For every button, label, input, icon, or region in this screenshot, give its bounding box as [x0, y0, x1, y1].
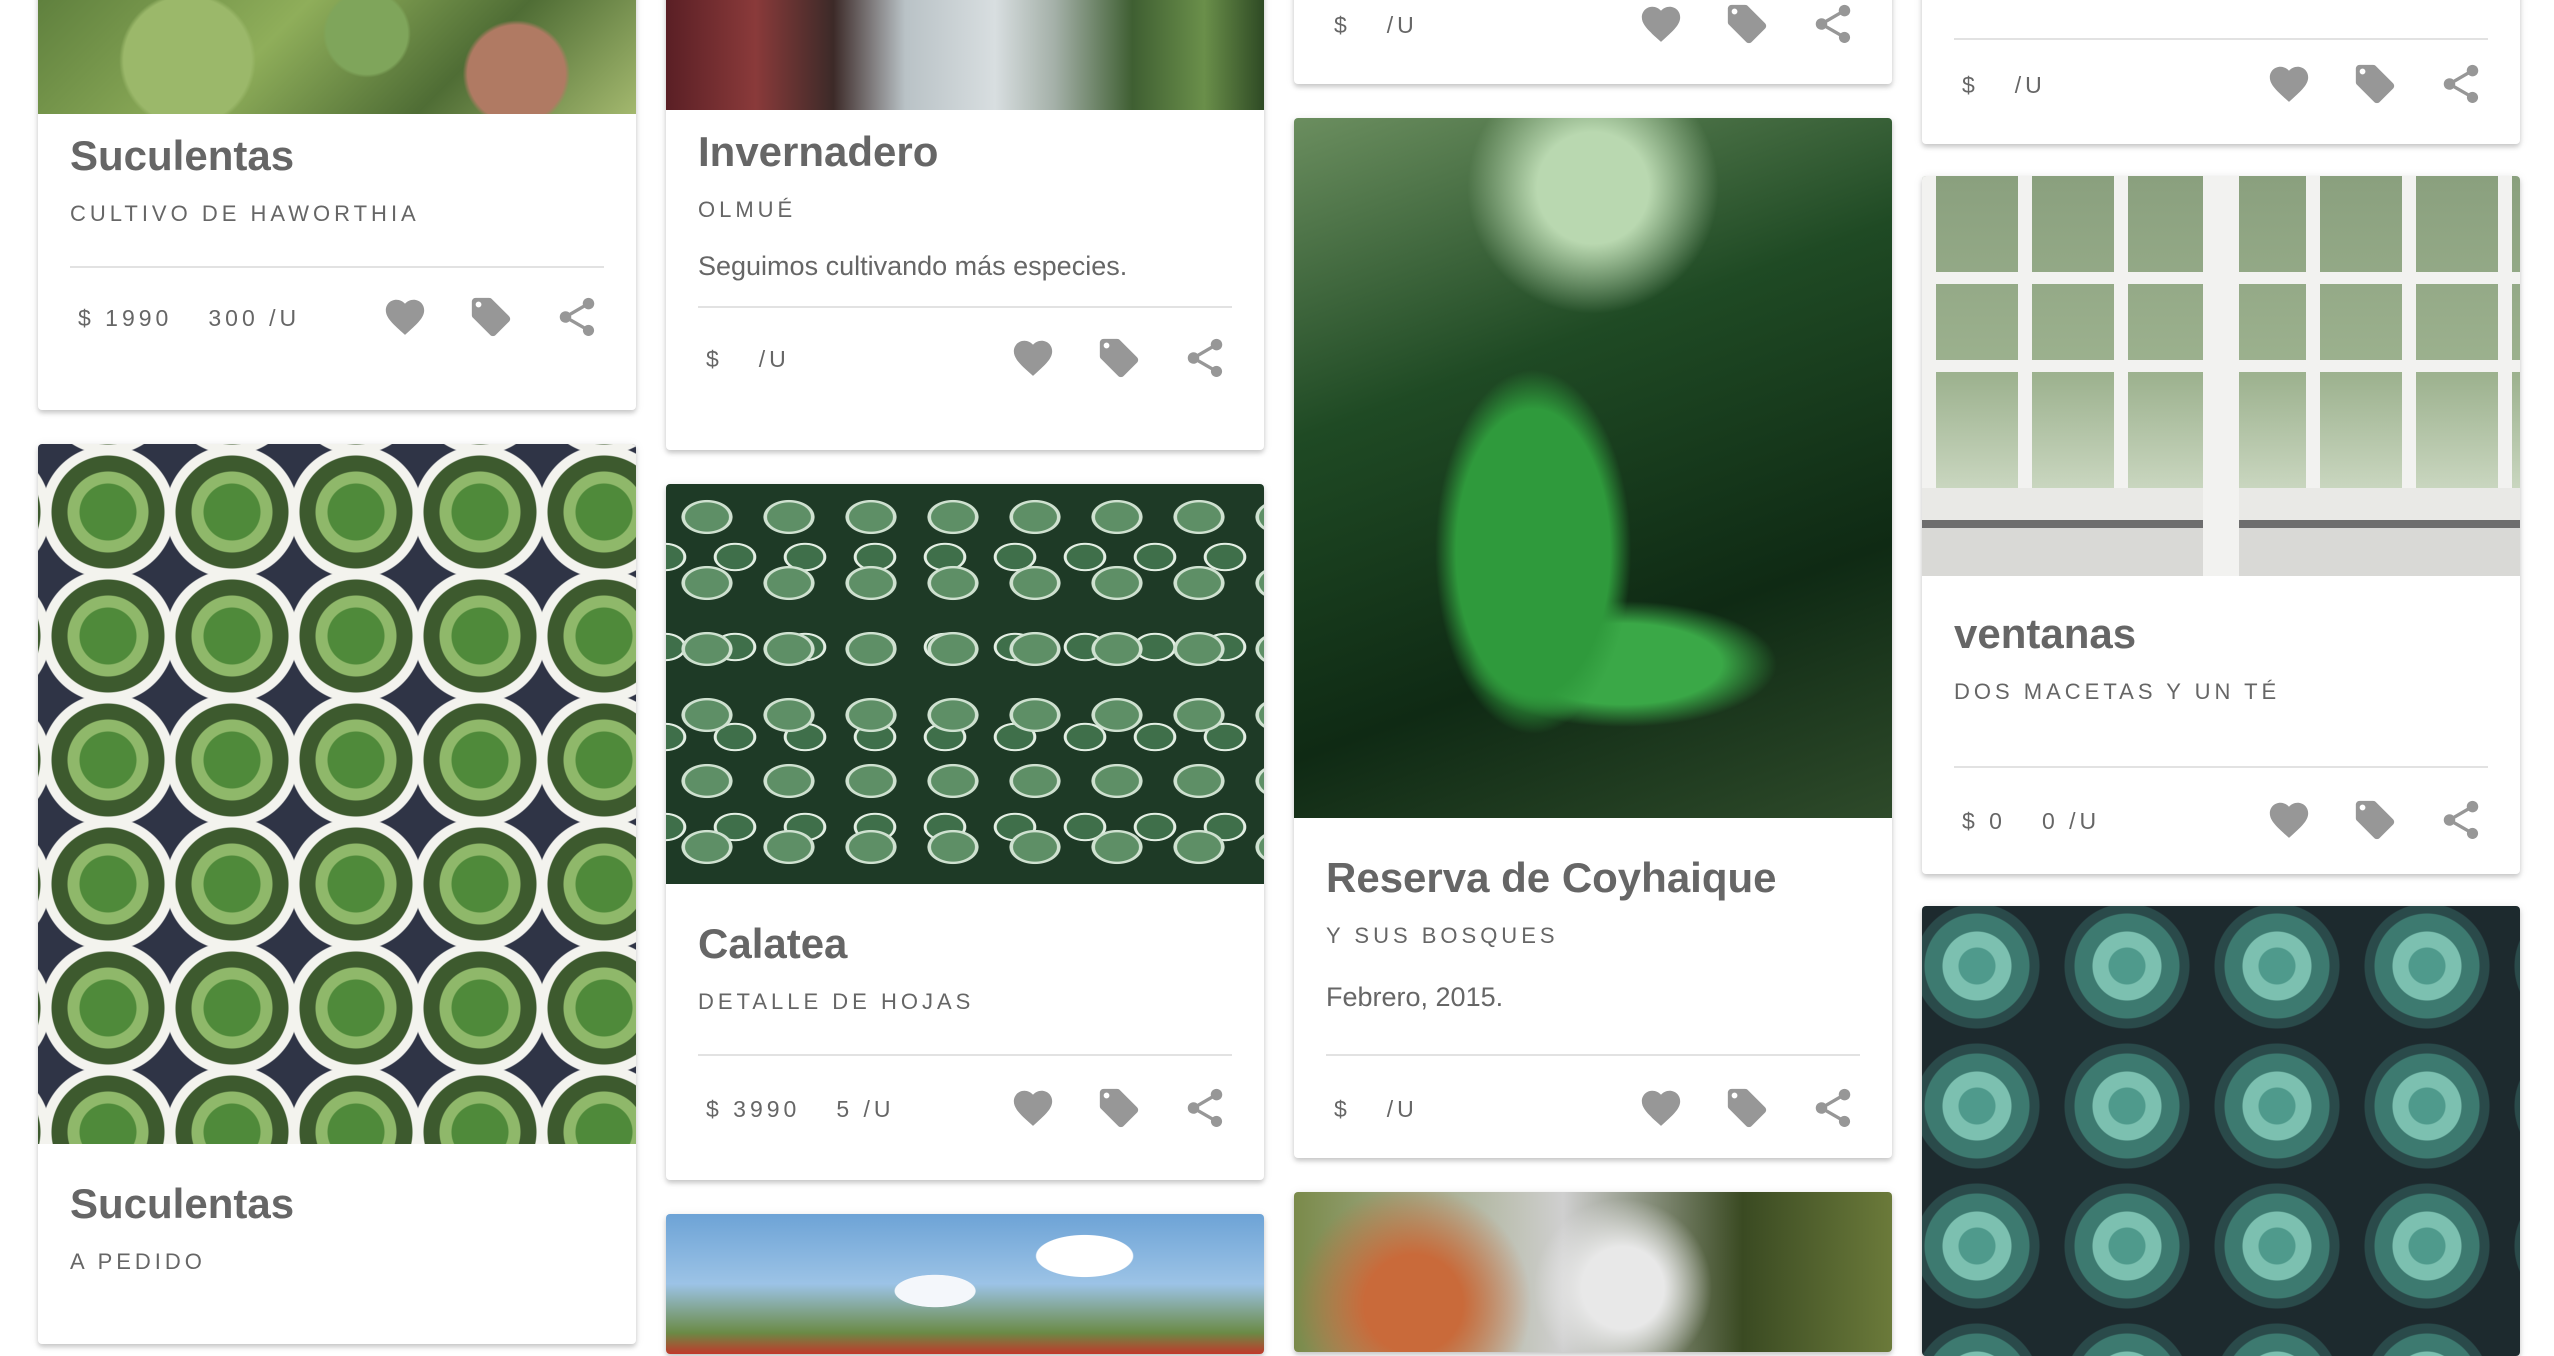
- share-icon[interactable]: [2438, 61, 2484, 107]
- card-actions: [1638, 1, 1856, 47]
- card-subtitle: A PEDIDO: [70, 1249, 206, 1274]
- card-image-fern: [1294, 118, 1892, 818]
- product-card-suculentas-pedido: Suculentas A PEDIDO: [38, 444, 636, 1344]
- heart-icon[interactable]: [1638, 1, 1684, 47]
- heart-icon[interactable]: [382, 294, 428, 340]
- product-card-suculentas-haworthia: Suculentas CULTIVO DE HAWORTHIA $ 1990 30…: [38, 0, 636, 410]
- product-card-echeveria: [1922, 906, 2520, 1356]
- heart-icon[interactable]: [2266, 797, 2312, 843]
- card-price: $ 1990 300 /U: [78, 305, 300, 332]
- card-image-succulents: [38, 0, 636, 114]
- card-divider: [1954, 766, 2488, 768]
- card-price: $ 3990 5 /U: [706, 1096, 895, 1123]
- tag-icon[interactable]: [2352, 61, 2398, 107]
- card-subtitle: DETALLE DE HOJAS: [698, 989, 975, 1014]
- price-amount: $: [1334, 1096, 1351, 1122]
- price-amount: $ 3990: [706, 1096, 801, 1122]
- share-icon[interactable]: [1182, 1085, 1228, 1131]
- card-title: ventanas: [1954, 610, 2137, 657]
- card-image-succulent-pots: [38, 444, 636, 1144]
- price-amount: $ 1990: [78, 305, 173, 331]
- share-icon[interactable]: [554, 294, 600, 340]
- card-price: $ /U: [706, 346, 790, 373]
- product-card-ventanas: ventanas DOS MACETAS Y UN TÉ $ 0 0 /U: [1922, 176, 2520, 874]
- tag-icon[interactable]: [2352, 797, 2398, 843]
- card-divider: [70, 266, 604, 268]
- price-amount: $ 0: [1962, 808, 2006, 834]
- share-icon[interactable]: [1810, 1085, 1856, 1131]
- card-actions: [1638, 1085, 1856, 1131]
- price-unit: 5 /U: [836, 1096, 895, 1122]
- price-amount: $: [706, 346, 723, 372]
- card-image-garden-sky: [666, 1214, 1264, 1354]
- share-icon[interactable]: [1182, 335, 1228, 381]
- price-unit: /U: [758, 346, 790, 372]
- card-divider: [1954, 38, 2488, 40]
- product-card-top-col4: $ /U: [1922, 0, 2520, 144]
- price-unit: 300 /U: [208, 305, 301, 331]
- product-card-reserva-coyhaique: Reserva de Coyhaique Y SUS BOSQUES Febre…: [1294, 118, 1892, 1158]
- card-title: Invernadero: [698, 128, 939, 175]
- card-image-window-pots: [1922, 176, 2520, 576]
- heart-icon[interactable]: [1010, 1085, 1056, 1131]
- heart-icon[interactable]: [1010, 335, 1056, 381]
- card-actions: [2266, 61, 2484, 107]
- tag-icon[interactable]: [1724, 1085, 1770, 1131]
- product-card-garden: [666, 1214, 1264, 1354]
- price-unit: /U: [1386, 12, 1418, 38]
- share-icon[interactable]: [2438, 797, 2484, 843]
- product-card-blur: [1294, 1192, 1892, 1352]
- card-actions: [1010, 1085, 1228, 1131]
- card-subtitle: OLMUÉ: [698, 197, 797, 222]
- card-description: Seguimos cultivando más especies.: [698, 251, 1128, 281]
- card-subtitle: DOS MACETAS Y UN TÉ: [1954, 679, 2281, 704]
- share-icon[interactable]: [1810, 1, 1856, 47]
- card-actions: [1010, 335, 1228, 381]
- price-amount: $: [1962, 72, 1979, 98]
- card-title: Calatea: [698, 920, 848, 967]
- tag-icon[interactable]: [468, 294, 514, 340]
- card-image-blurred-plants: [1294, 1192, 1892, 1352]
- card-divider: [1326, 1054, 1860, 1056]
- card-actions: [2266, 797, 2484, 843]
- card-divider: [698, 306, 1232, 308]
- card-price: $ 0 0 /U: [1962, 808, 2100, 835]
- card-title: Suculentas: [70, 132, 295, 179]
- tag-icon[interactable]: [1096, 335, 1142, 381]
- tag-icon[interactable]: [1096, 1085, 1142, 1131]
- product-card-calatea: Calatea DETALLE DE HOJAS $ 3990 5 /U: [666, 484, 1264, 1180]
- card-price: $ /U: [1334, 12, 1418, 39]
- card-image-echeveria: [1922, 906, 2520, 1356]
- heart-icon[interactable]: [2266, 61, 2312, 107]
- card-description: Febrero, 2015.: [1326, 982, 1504, 1012]
- price-unit: 0 /U: [2041, 808, 2101, 834]
- card-price: $ /U: [1962, 72, 2046, 99]
- heart-icon[interactable]: [1638, 1085, 1684, 1131]
- card-title: Reserva de Coyhaique: [1326, 854, 1777, 901]
- price-amount: $: [1334, 12, 1351, 38]
- card-subtitle: Y SUS BOSQUES: [1326, 923, 1559, 948]
- card-subtitle: CULTIVO DE HAWORTHIA: [70, 201, 420, 226]
- card-actions: [382, 294, 600, 340]
- product-card-invernadero: Invernadero OLMUÉ Seguimos cultivando má…: [666, 0, 1264, 450]
- card-image-greenhouse: [666, 0, 1264, 110]
- card-image-fittonia-leaves: [666, 484, 1264, 884]
- card-divider: [698, 1054, 1232, 1056]
- card-price: $ /U: [1334, 1096, 1418, 1123]
- card-title: Suculentas: [70, 1180, 295, 1227]
- tag-icon[interactable]: [1724, 1, 1770, 47]
- price-unit: /U: [2014, 72, 2046, 98]
- product-card-top-col3: $ /U: [1294, 0, 1892, 84]
- price-unit: /U: [1386, 1096, 1418, 1122]
